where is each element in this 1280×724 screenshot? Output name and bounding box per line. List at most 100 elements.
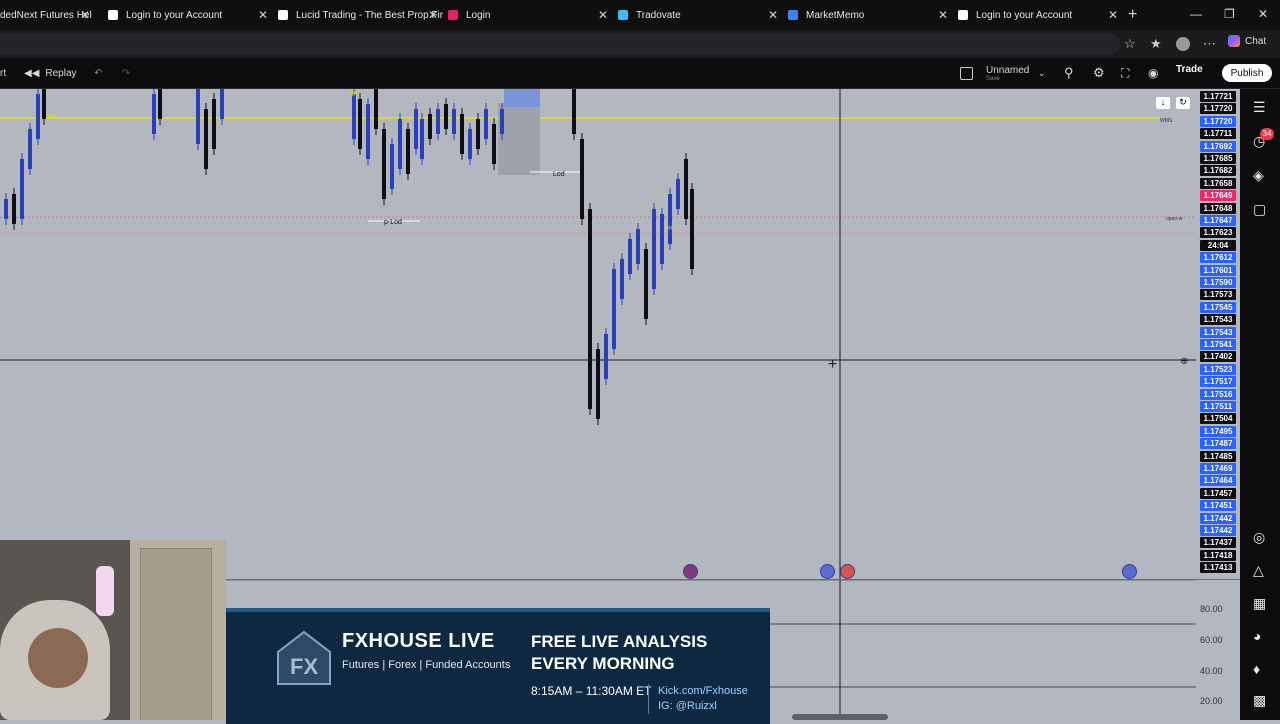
fxhouse-logo-icon: FX	[277, 630, 331, 685]
candle-body	[152, 94, 156, 134]
price-label: 1.17692	[1200, 140, 1236, 152]
candle-body	[204, 109, 208, 169]
price-label: 1.17487	[1200, 438, 1236, 450]
plod-label: p-Lod	[384, 219, 402, 226]
candle-body	[436, 109, 440, 134]
broadcast-icon[interactable]: ◕	[1253, 628, 1261, 644]
price-scale[interactable]: 1.17721 1.17720 1.17720 1.17711 1.17692 1.176…	[1196, 89, 1240, 579]
price-label: 1.17612	[1200, 252, 1236, 264]
candle-body	[42, 89, 46, 119]
price-label: 1.17516	[1200, 388, 1236, 400]
event-marker-icon[interactable]	[683, 564, 698, 579]
layers-icon[interactable]: ◈	[1253, 167, 1264, 184]
candle-body	[452, 109, 456, 134]
chat-button[interactable]: Chat	[1228, 35, 1266, 47]
webcam-light	[96, 566, 114, 616]
price-label: 1.17442	[1200, 525, 1236, 536]
osc-level-20: 20.00	[1200, 696, 1223, 706]
browser-tab[interactable]: Login to your Account ✕	[958, 0, 1124, 30]
banner-headline-2: EVERY MORNING	[531, 654, 675, 673]
browser-tab[interactable]: Tradovate ✕	[618, 0, 784, 30]
event-marker-icon[interactable]	[1122, 564, 1137, 579]
new-tab-button[interactable]: +	[1128, 6, 1137, 24]
event-marker-flag-icon[interactable]	[840, 564, 855, 579]
layout-name[interactable]: Unnamed Save	[986, 58, 1029, 88]
banner-brand: FXHOUSE LIVE	[342, 630, 495, 652]
banner-ig: IG: @Ruizxl	[658, 700, 717, 712]
settings-gear-icon[interactable]: ⚙	[1093, 58, 1105, 88]
close-window-icon[interactable]: ✕	[1258, 7, 1268, 21]
candle-body	[668, 194, 672, 244]
notifications-bell-icon[interactable]: ♦	[1253, 661, 1260, 677]
tab-close-icon[interactable]: ✕	[598, 8, 608, 22]
watchlist-icon[interactable]: ☰	[1253, 99, 1266, 116]
gray-zone	[498, 103, 540, 175]
scroll-down-icon[interactable]: ↓	[1156, 97, 1170, 109]
minimize-icon[interactable]: —	[1190, 7, 1202, 21]
reset-view-icon[interactable]: ↻	[1176, 97, 1190, 109]
layout-chevron-down-icon[interactable]: ⌄	[1038, 58, 1046, 88]
tab-title: Tradovate	[636, 9, 681, 21]
candle-body	[12, 194, 16, 224]
chart-pane[interactable]: Lod p-Lod 4H 4H 4H WMS open-w + ⊕ ↓ ↻	[0, 89, 1196, 579]
browser-tab[interactable]: dedNext Futures Hel ✕	[0, 0, 96, 30]
tab-close-icon[interactable]: ✕	[80, 8, 90, 22]
publish-button[interactable]: Publish	[1222, 64, 1272, 82]
chat-bubble-icon[interactable]: ▢	[1253, 201, 1266, 218]
candle-body	[468, 129, 472, 159]
layout-checkbox[interactable]	[960, 58, 973, 88]
price-label: 1.17720	[1200, 115, 1236, 127]
favorites-icon[interactable]: ★	[1150, 36, 1162, 52]
price-label: 1.17711	[1200, 128, 1236, 140]
candle-body	[414, 109, 418, 149]
triangle-icon[interactable]: △	[1253, 562, 1264, 579]
banner-divider	[648, 684, 649, 714]
candle-body	[684, 159, 688, 219]
tab-close-icon[interactable]: ✕	[938, 8, 948, 22]
add-alert-icon[interactable]: ⊕	[1180, 356, 1188, 367]
browser-tab[interactable]: Login to your Account ✕	[108, 0, 274, 30]
time-scrollbar[interactable]	[792, 714, 888, 720]
tab-close-icon[interactable]: ✕	[428, 8, 438, 22]
tab-close-icon[interactable]: ✕	[1108, 8, 1118, 22]
price-label: 24:04	[1200, 239, 1236, 251]
candle-body	[28, 129, 32, 169]
snapshot-camera-icon[interactable]: ◉	[1148, 58, 1158, 88]
calendar-icon[interactable]: ▦	[1253, 595, 1266, 612]
replay-button[interactable]: ◀◀ Replay	[24, 58, 77, 88]
star-outline-icon[interactable]: ☆	[1124, 36, 1136, 52]
price-label: 1.17720	[1200, 103, 1236, 115]
redo-icon[interactable]: ↷	[122, 58, 130, 88]
tab-close-icon[interactable]: ✕	[258, 8, 268, 22]
maximize-icon[interactable]: ❐	[1224, 7, 1235, 21]
fullscreen-icon[interactable]: ⛶	[1121, 58, 1129, 88]
browser-tab[interactable]: Login ✕	[448, 0, 614, 30]
tab-close-icon[interactable]: ✕	[768, 8, 778, 22]
profile-avatar[interactable]	[1176, 37, 1190, 51]
price-label: 1.17523	[1200, 363, 1236, 375]
price-label: 1.17545	[1200, 301, 1236, 313]
osc-level-60: 60.00	[1200, 635, 1223, 645]
browser-tab[interactable]: Lucid Trading - The Best Prop Fir ✕	[278, 0, 444, 30]
trade-button[interactable]: Trade	[1176, 64, 1203, 75]
price-label: 1.17511	[1200, 401, 1236, 412]
candle-body	[588, 209, 592, 409]
banner-kick-link[interactable]: Kick.com/Fxhouse	[658, 685, 748, 697]
event-marker-icon[interactable]	[820, 564, 835, 579]
undo-icon[interactable]: ↶	[94, 58, 102, 88]
more-menu-icon[interactable]: ⋯	[1203, 36, 1216, 52]
apps-grid-icon[interactable]: ▩	[1253, 692, 1266, 709]
target-icon[interactable]: ◎	[1253, 529, 1265, 546]
toolbar-left-label[interactable]: rt	[0, 58, 6, 88]
candle-body	[492, 124, 496, 164]
svg-text:FX: FX	[290, 654, 318, 679]
quick-search-icon[interactable]: ⚲	[1064, 58, 1074, 88]
candle-body	[382, 129, 386, 199]
webcam-face	[28, 628, 88, 688]
tab-title: Login	[466, 9, 491, 21]
browser-tab[interactable]: MarketMemo ✕	[788, 0, 954, 30]
candle-body	[596, 349, 600, 419]
url-field[interactable]	[0, 33, 1120, 55]
candle-body	[460, 114, 464, 154]
tab-favicon-icon	[788, 10, 798, 20]
